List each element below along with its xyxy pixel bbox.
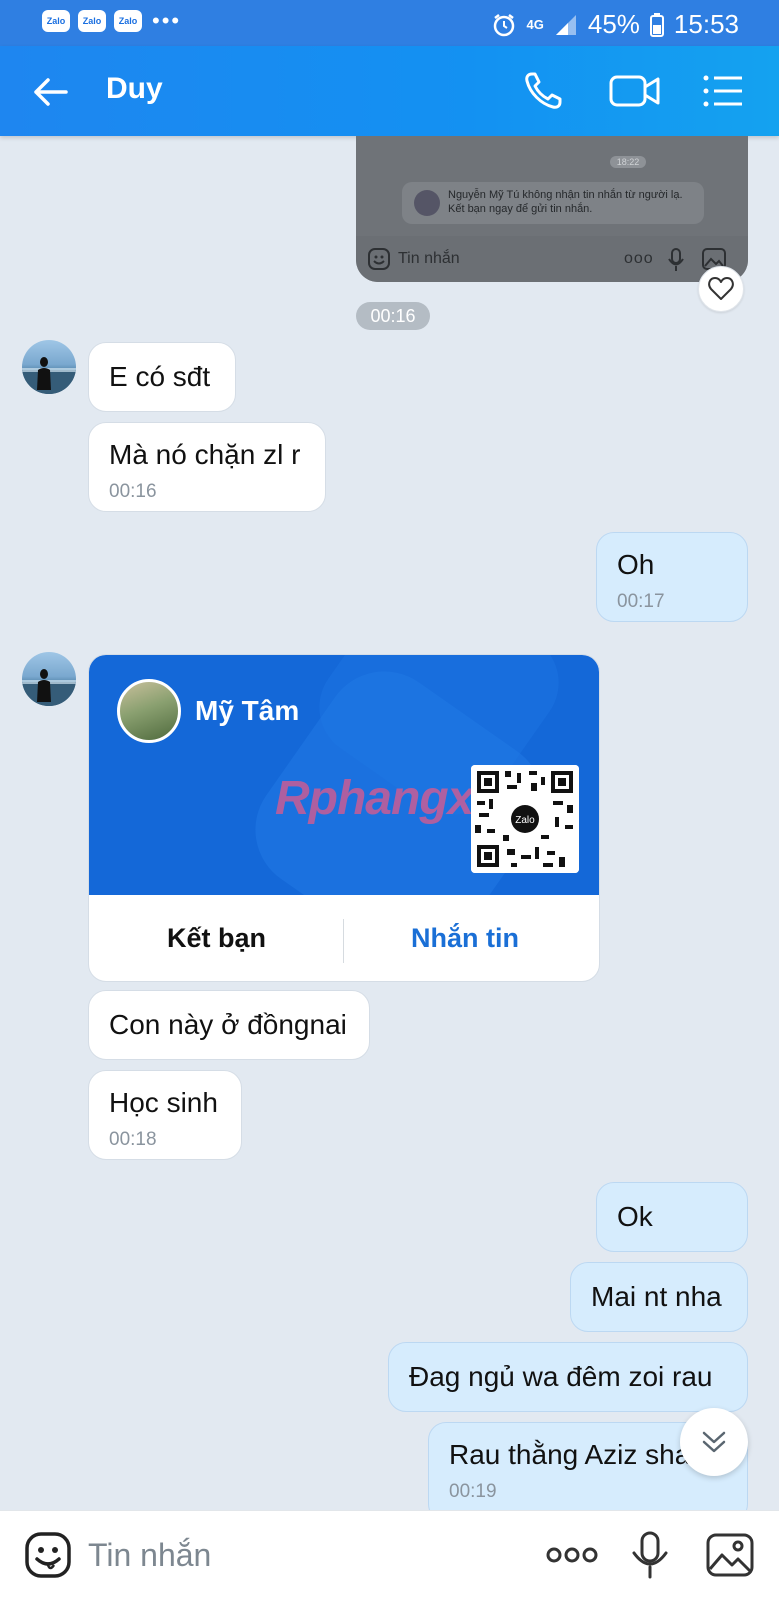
message-input-bar: Tin nhắn — [0, 1510, 779, 1600]
react-heart-button[interactable] — [698, 266, 744, 312]
network-type: 4G — [526, 17, 544, 32]
action-divider — [343, 919, 344, 963]
contact-card[interactable]: Mỹ Tâm Rphangx Zalo Kết bạn Nhắn tin — [88, 654, 600, 982]
video-call-icon[interactable] — [608, 68, 662, 114]
microphone-icon[interactable] — [624, 1529, 676, 1581]
message-bubble[interactable]: E có sđt — [88, 342, 236, 412]
message-bubble[interactable]: Con này ở đồngnai — [88, 990, 370, 1060]
message-input[interactable]: Tin nhắn — [88, 1537, 211, 1574]
phone-call-icon[interactable] — [520, 68, 566, 114]
menu-list-icon[interactable] — [700, 68, 746, 114]
message-text: Học sinh — [109, 1087, 218, 1118]
back-arrow-icon[interactable] — [30, 72, 70, 112]
avatar-photo — [22, 669, 76, 706]
message-text: Rau thằng Aziz share — [449, 1439, 716, 1470]
alarm-icon — [493, 13, 514, 36]
heart-icon — [708, 277, 734, 300]
screenshot-placeholder: Tin nhắn — [398, 250, 460, 267]
message-bubble[interactable]: Ok — [596, 1182, 748, 1252]
message-text: Con này ở đồngnai — [109, 1009, 347, 1040]
signal-icon — [555, 14, 576, 35]
qr-badge-label: Zalo — [515, 815, 535, 826]
double-chevron-down-icon — [702, 1431, 726, 1453]
qr-code-icon[interactable]: Zalo — [471, 765, 579, 873]
message-list[interactable]: 18:22 Nguyễn Mỹ Tú không nhận tin nhắn t… — [0, 136, 779, 1510]
message-time: 00:18 — [109, 1129, 157, 1150]
notice-line: Nguyễn Mỹ Tú không nhận tin nhắn từ ngườ… — [448, 189, 683, 201]
battery-icon — [649, 12, 664, 37]
message-text: Mà nó chặn zl r — [109, 439, 301, 470]
screenshot-avatar — [414, 190, 440, 216]
message-text: Oh — [617, 549, 655, 580]
message-time: 00:19 — [449, 1481, 497, 1502]
time-separator: 00:16 — [356, 302, 430, 330]
contact-card-banner: Mỹ Tâm Rphangx Zalo — [89, 655, 599, 895]
screenshot-time: 18:22 — [610, 156, 646, 168]
more-icon: ooo — [624, 250, 654, 267]
message-text: Ok — [617, 1201, 653, 1232]
message-bubble[interactable]: Mai nt nha — [570, 1262, 748, 1332]
emoji-sticker-icon[interactable] — [24, 1531, 72, 1579]
message-bubble[interactable]: Mà nó chặn zl r 00:16 — [88, 422, 326, 512]
chat-header: Duy — [0, 46, 779, 136]
mic-icon — [668, 248, 684, 271]
message-text: Đag ngủ wa đêm zoi rau — [409, 1361, 713, 1392]
message-text: Mai nt nha — [591, 1281, 722, 1312]
zalo-notification-icon: Zalo — [114, 10, 142, 32]
message-text: E có sđt — [109, 361, 211, 392]
status-bar: Zalo Zalo Zalo ••• 4G 45% 15:53 — [0, 0, 779, 46]
message-bubble[interactable]: Học sinh 00:18 — [88, 1070, 242, 1160]
battery-percent: 45% — [587, 9, 640, 39]
notice-line: Kết bạn ngay để gửi tin nhắn. — [448, 203, 593, 215]
more-notifications-icon: ••• — [152, 8, 182, 33]
message-time: 00:16 — [109, 481, 157, 502]
notification-icons: Zalo Zalo Zalo — [42, 10, 142, 32]
send-message-button[interactable]: Nhắn tin — [411, 923, 519, 954]
screenshot-input-bar: Tin nhắn ooo — [356, 236, 748, 282]
scroll-to-bottom-button[interactable] — [680, 1408, 748, 1476]
zalo-notification-icon: Zalo — [42, 10, 70, 32]
shared-screenshot-image[interactable]: 18:22 Nguyễn Mỹ Tú không nhận tin nhắn t… — [356, 136, 748, 282]
sender-avatar[interactable] — [22, 340, 76, 394]
zalo-notification-icon: Zalo — [78, 10, 106, 32]
image-gallery-icon[interactable] — [704, 1529, 756, 1581]
message-bubble[interactable]: Đag ngủ wa đêm zoi rau — [388, 1342, 748, 1412]
contact-card-actions: Kết bạn Nhắn tin — [89, 895, 599, 981]
screenshot-stranger-notice: Nguyễn Mỹ Tú không nhận tin nhắn từ ngườ… — [402, 182, 704, 224]
emoji-icon — [368, 248, 390, 270]
watermark-text: Rphangx — [275, 772, 474, 825]
chat-title[interactable]: Duy — [106, 72, 163, 106]
more-options-icon[interactable] — [544, 1529, 600, 1581]
contact-name[interactable]: Mỹ Tâm — [195, 695, 299, 727]
contact-avatar[interactable] — [117, 679, 181, 743]
clock: 15:53 — [673, 9, 739, 39]
sender-avatar[interactable] — [22, 652, 76, 706]
add-friend-button[interactable]: Kết bạn — [167, 923, 266, 954]
message-time: 00:17 — [617, 591, 665, 612]
status-indicators: 4G 45% 15:53 — [491, 9, 739, 40]
message-bubble[interactable]: Oh 00:17 — [596, 532, 748, 622]
avatar-photo — [22, 357, 76, 394]
